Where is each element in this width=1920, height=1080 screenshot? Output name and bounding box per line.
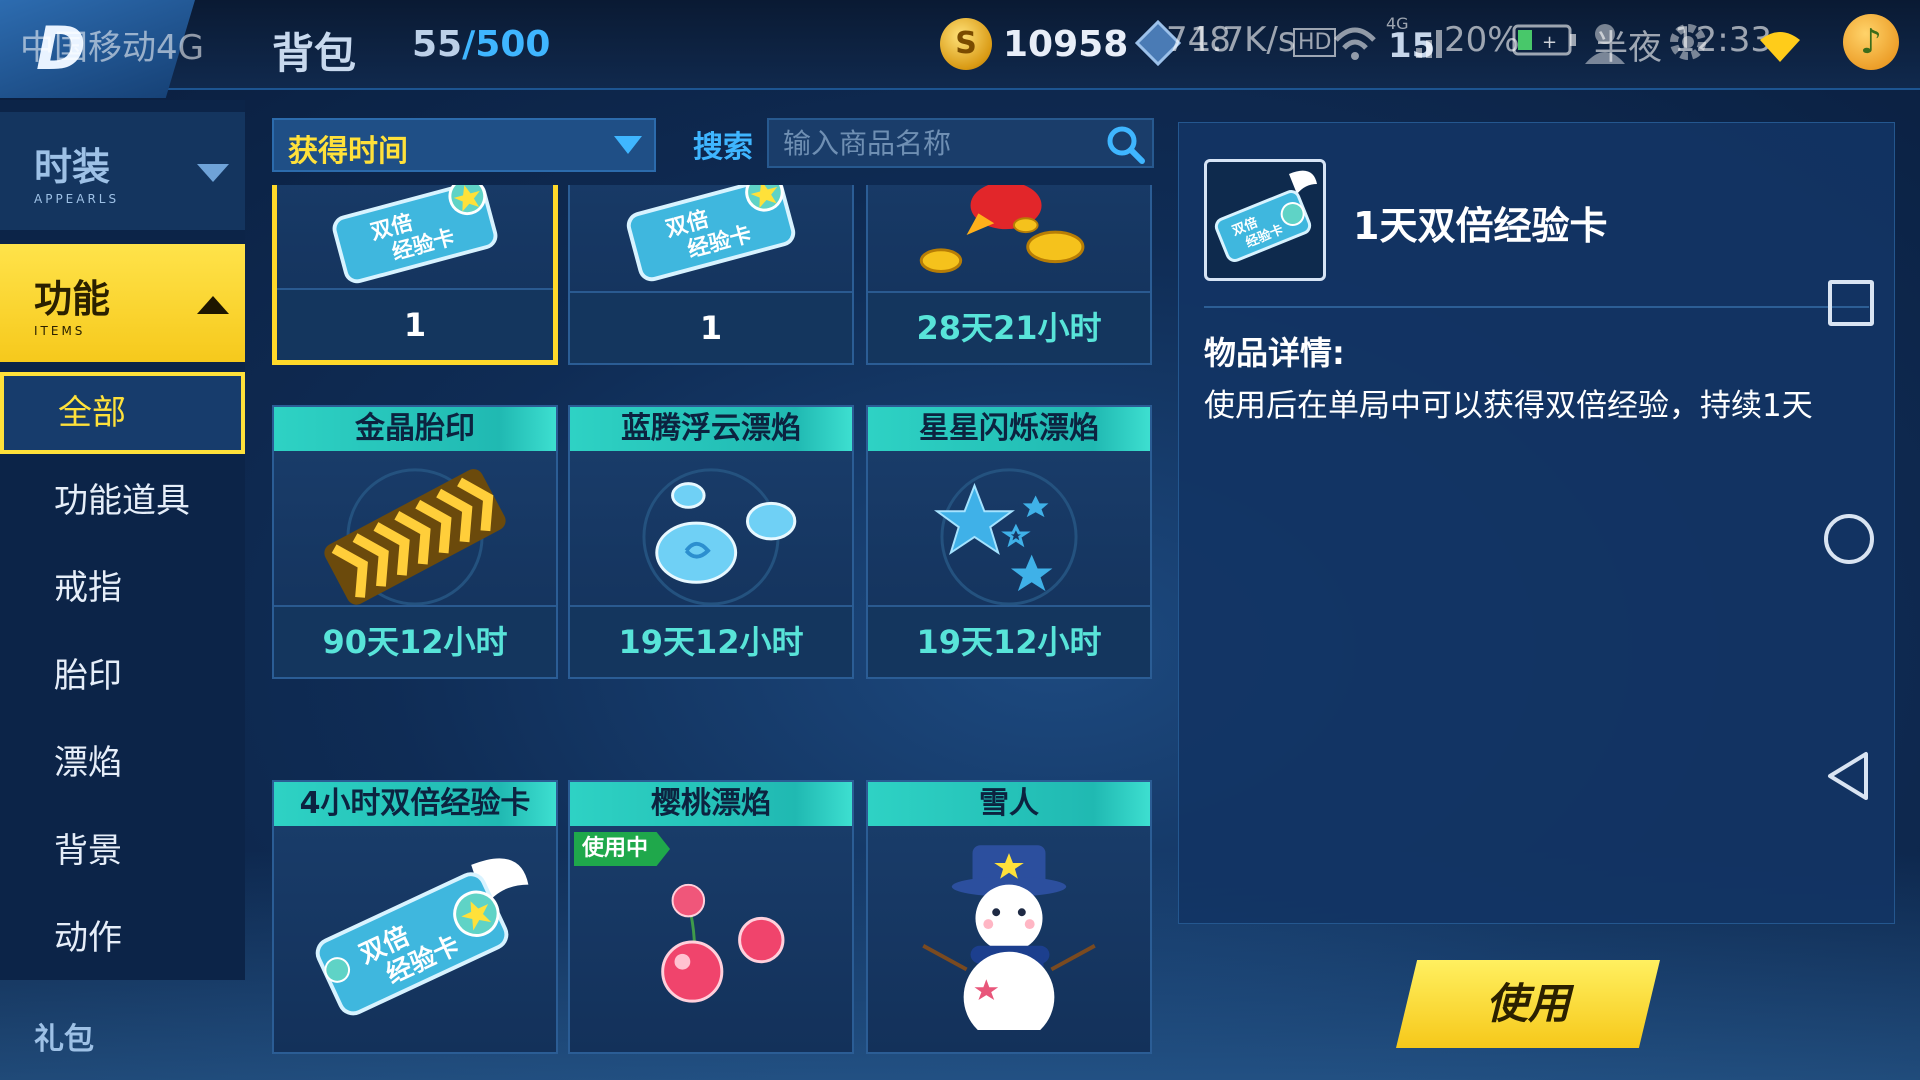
- detail-heading: 物品详情:: [1204, 334, 1345, 372]
- cherry-icon: [661, 883, 785, 1003]
- item-name: 4小时双倍经验卡: [274, 782, 556, 826]
- inventory-item[interactable]: 双倍 经验卡 1: [272, 185, 558, 365]
- sidebar-item-actions[interactable]: 动作: [0, 897, 245, 979]
- item-duration: 90天12小时: [274, 605, 556, 677]
- svg-text:+: +: [1542, 32, 1557, 53]
- sort-dropdown[interactable]: 获得时间: [272, 118, 656, 172]
- blue-cloud-icon: [642, 468, 797, 605]
- item-name: 樱桃漂焰: [570, 782, 852, 826]
- home-icon[interactable]: [1824, 514, 1874, 564]
- double-exp-card-icon: 双倍 经验卡: [1214, 170, 1317, 262]
- double-exp-card-icon: 双倍 经验卡: [315, 858, 529, 1016]
- search-label: 搜索: [693, 130, 753, 165]
- hd-icon: HD: [1293, 28, 1337, 57]
- inventory-item[interactable]: 金晶胎印 90天12小时: [272, 405, 558, 679]
- inventory-item[interactable]: 28天21小时: [866, 185, 1152, 365]
- item-name: 蓝腾浮云漂焰: [570, 407, 852, 451]
- sidebar-item-function-props[interactable]: 功能道具: [0, 460, 245, 542]
- recent-apps-icon[interactable]: [1828, 280, 1874, 326]
- item-duration: 28天21小时: [868, 291, 1150, 363]
- search-icon[interactable]: [1105, 124, 1145, 164]
- signal-bars-icon: [1416, 30, 1442, 58]
- page-title: 背包: [272, 29, 357, 78]
- top-bar: D 中国移动4G 背包 55/500 S 10958 748 1.7K/s HD…: [0, 0, 1920, 98]
- battery-percent: 20%: [1444, 20, 1520, 60]
- red-bird-gold-icon: [919, 185, 1085, 274]
- music-icon[interactable]: ♪: [1843, 14, 1899, 70]
- gold-tire-print-icon: [324, 468, 506, 605]
- bag-capacity: 55/500: [412, 24, 550, 65]
- battery-icon: +: [1512, 24, 1576, 56]
- item-name: 金晶胎印: [274, 407, 556, 451]
- sidebar-item-all[interactable]: 全部: [0, 372, 245, 454]
- in-use-badge: 使用中: [574, 832, 671, 866]
- carrier-label: 中国移动4G: [20, 28, 204, 68]
- item-quantity: 1: [277, 288, 553, 360]
- category-gift[interactable]: 礼包: [34, 1014, 94, 1058]
- sidebar-item-tire-prints[interactable]: 胎印: [0, 635, 245, 717]
- detail-description: 使用后在单局中可以获得双倍经验，持续1天: [1204, 388, 1813, 424]
- category-sublabel: ITEMS: [34, 324, 86, 338]
- coin-icon: S: [940, 18, 992, 70]
- search-input[interactable]: [767, 118, 1154, 168]
- category-label: 时装: [34, 145, 111, 189]
- capacity-used: 55: [412, 24, 463, 65]
- android-nav-bar: [1784, 100, 1904, 980]
- item-name: 雪人: [868, 782, 1150, 826]
- capacity-separator: /: [462, 24, 476, 65]
- category-fashion[interactable]: 时装 APPEARLS: [0, 112, 245, 230]
- category-items[interactable]: 功能 ITEMS: [0, 244, 245, 362]
- sidebar-item-backgrounds[interactable]: 背景: [0, 810, 245, 892]
- category-sublabel: APPEARLS: [34, 192, 120, 206]
- inventory-item[interactable]: 雪人: [866, 780, 1152, 1054]
- inventory-item[interactable]: 蓝腾浮云漂焰 19天12小时: [568, 405, 854, 679]
- inventory-item[interactable]: 双倍 经验卡 1: [568, 185, 854, 365]
- inventory-grid: 双倍 经验卡 1 双倍 经验卡 1 28天21小时 金晶胎印 90天12小时 蓝…: [270, 185, 1160, 1055]
- use-button[interactable]: 使用: [1396, 960, 1660, 1048]
- sidebar-item-rings[interactable]: 戒指: [0, 547, 245, 629]
- detail-divider: [1204, 306, 1869, 308]
- detail-thumbnail: 双倍 经验卡: [1204, 159, 1326, 281]
- double-exp-card-icon: 双倍 经验卡: [332, 185, 498, 284]
- item-name: 星星闪烁漂焰: [868, 407, 1150, 451]
- wifi-calling-icon: [1334, 27, 1376, 60]
- chevron-down-icon: [614, 136, 642, 154]
- item-quantity: 1: [570, 291, 852, 363]
- chevron-down-icon: [197, 164, 229, 182]
- inventory-item[interactable]: 4小时双倍经验卡 双倍 经验卡: [272, 780, 558, 1054]
- capacity-max: 500: [475, 24, 551, 65]
- inventory-item[interactable]: 樱桃漂焰 使用中: [568, 780, 854, 1054]
- time-period: 半夜: [1594, 28, 1662, 68]
- blue-stars-icon: [933, 468, 1078, 605]
- wifi-icon: [1760, 32, 1800, 62]
- snowman-icon: [922, 845, 1096, 1030]
- detail-title: 1天双倍经验卡: [1353, 204, 1608, 248]
- network-speed: 1.7K/s: [1190, 20, 1296, 60]
- chevron-up-icon: [197, 296, 229, 314]
- item-duration: 19天12小时: [868, 605, 1150, 677]
- coin-count: 10958: [1003, 24, 1129, 65]
- back-icon[interactable]: [1826, 750, 1870, 802]
- inventory-item[interactable]: 星星闪烁漂焰 19天12小时: [866, 405, 1152, 679]
- item-duration: 19天12小时: [570, 605, 852, 677]
- double-exp-card-icon: 双倍 经验卡: [626, 185, 796, 282]
- sort-label: 获得时间: [288, 134, 408, 169]
- category-label: 功能: [34, 277, 111, 321]
- sidebar-item-drift-flames[interactable]: 漂焰: [0, 722, 245, 804]
